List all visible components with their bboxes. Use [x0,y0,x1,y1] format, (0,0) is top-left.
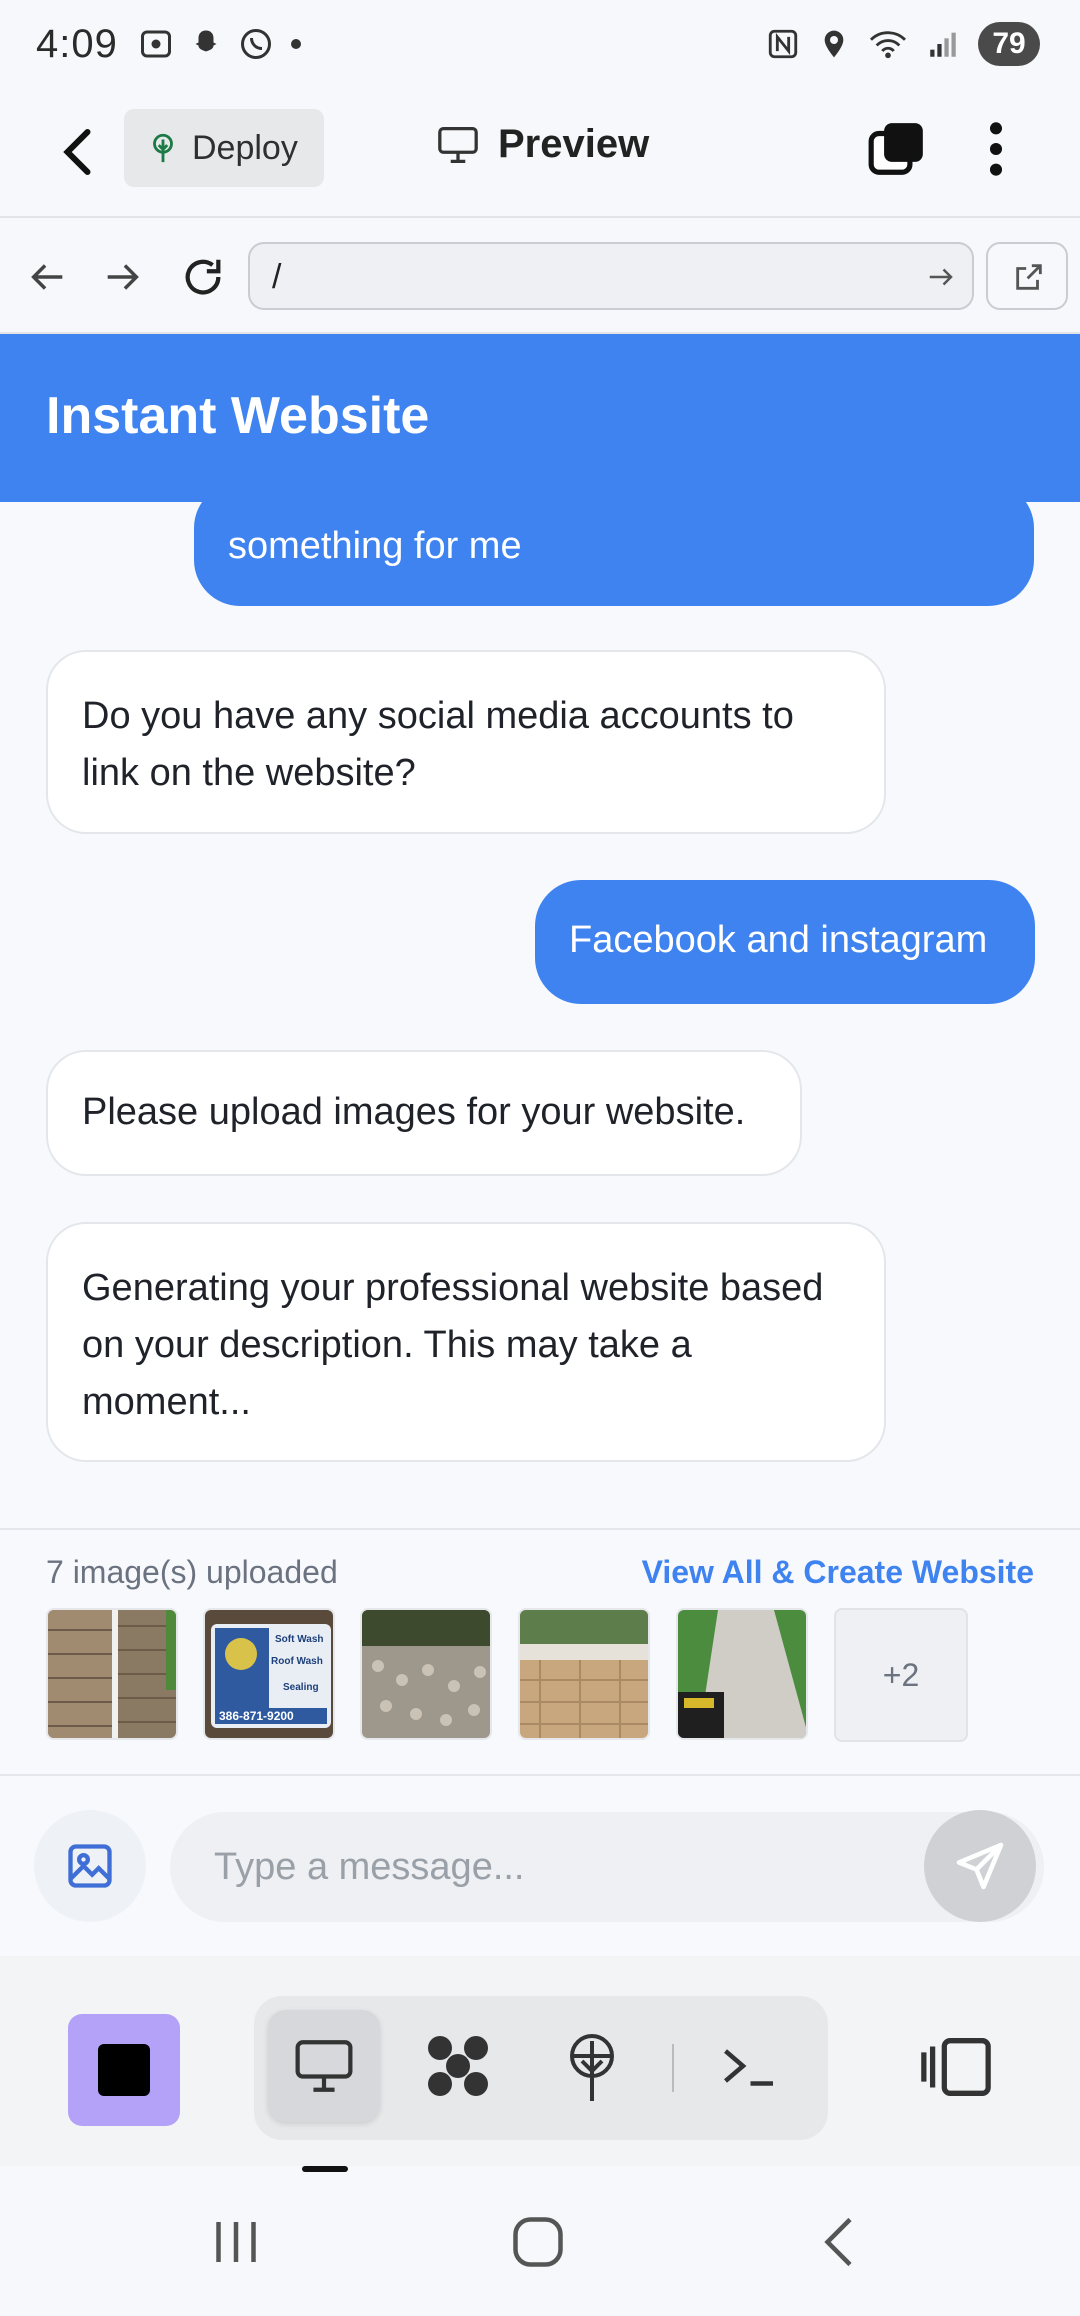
deploy-button[interactable]: Deploy [124,109,324,187]
image-patio-pavers [362,1610,490,1738]
side-panel-toggle-icon[interactable] [918,2034,994,2100]
go-arrow-icon[interactable] [926,262,956,292]
view-all-create-website-link[interactable]: View All & Create Website [642,1554,1034,1591]
stop-button[interactable] [68,2014,180,2126]
status-time: 4:09 [36,22,118,66]
deploy-label: Deploy [192,128,298,167]
reload-icon[interactable] [180,254,226,300]
home-icon[interactable] [508,2212,568,2272]
url-text: / [272,258,282,296]
terminal-icon [724,2049,773,2086]
whatsapp-icon [241,29,271,59]
message-text: something for me [228,525,522,567]
back-arrow-icon[interactable] [50,122,110,182]
uploaded-image-thumbnail[interactable] [360,1608,492,1740]
site-header: Instant Website [0,334,1080,502]
screenshot-icon [141,30,171,58]
uploaded-image-thumbnail[interactable] [518,1608,650,1740]
chat-message-bot: Please upload images for your website. [46,1050,802,1176]
snapchat-icon [195,30,217,52]
signal-icon [930,32,956,57]
deploy-tree-icon [570,2034,614,2101]
external-link-icon [1016,264,1042,290]
sign-text-sealing: Sealing [283,1682,319,1693]
attach-image-button[interactable] [34,1810,146,1922]
message-input[interactable] [170,1812,1044,1922]
bottom-toolbar [0,1956,1080,2166]
tool-deploy[interactable] [536,2010,648,2122]
sign-text-soft-wash: Soft Wash [275,1634,324,1645]
battery-indicator: 79 [978,22,1040,66]
wifi-icon [870,31,906,59]
url-bar[interactable]: / [248,242,974,310]
more-options-icon[interactable] [976,118,1016,180]
more-images-tile[interactable]: +2 [834,1608,968,1742]
image-pool-deck [520,1610,648,1738]
image-business-sign: Soft Wash Roof Wash Sealing 386-871-9200 [205,1610,333,1738]
chat-message-user: something for me [194,502,1034,606]
send-button[interactable] [924,1810,1036,1922]
grid-blob-icon [428,2036,488,2096]
monitor-icon [438,126,478,163]
sign-text-roof-wash: Roof Wash [271,1656,323,1667]
site-title: Instant Website [46,387,430,445]
uploaded-image-thumbnail[interactable]: Soft Wash Roof Wash Sealing 386-871-9200 [203,1608,335,1740]
deploy-tree-icon [153,133,173,163]
active-tab-indicator [302,2166,348,2172]
tool-terminal[interactable] [692,2010,804,2122]
uploads-panel: 7 image(s) uploaded View All & Create We… [0,1528,1080,1776]
stop-icon [98,2044,150,2096]
chat-message-bot: Do you have any social media accounts to… [46,650,886,834]
status-bar: 4:09 79 [0,0,1080,92]
recent-apps-icon[interactable] [206,2212,266,2272]
chat-area[interactable]: something for me Do you have any social … [0,502,1080,1528]
sign-text-phone: 386-871-9200 [219,1709,294,1723]
browser-bar: / [0,220,1080,334]
tool-preview[interactable] [268,2010,380,2122]
message-text: Facebook and instagram [569,919,988,961]
uploaded-image-thumbnail[interactable] [46,1608,178,1740]
chat-message-user: Facebook and instagram [535,880,1035,1004]
more-images-count: +2 [882,1656,920,1693]
browser-forward-icon[interactable] [100,254,146,300]
system-back-icon[interactable] [810,2212,870,2272]
open-external-button[interactable] [986,242,1068,310]
message-text: Do you have any social media accounts to… [82,695,794,794]
windows-switch-icon[interactable] [866,118,928,180]
message-text: Please upload images for your website. [82,1091,746,1133]
send-icon [956,1842,1004,1890]
image-driveway-washer [678,1610,806,1738]
uploaded-image-thumbnail[interactable] [676,1608,808,1740]
location-icon [824,30,844,58]
nfc-icon [768,29,798,59]
tool-group [254,1996,828,2140]
image-icon [68,1844,112,1888]
chat-message-bot: Generating your professional website bas… [46,1222,886,1462]
uploads-count: 7 image(s) uploaded [46,1554,338,1590]
tool-workspace[interactable] [402,2010,514,2122]
message-text: Generating your professional website bas… [82,1267,824,1423]
preview-title: Preview [436,122,649,167]
toolbar-divider [672,2044,674,2092]
monitor-icon [295,2040,353,2092]
notification-dot-icon [291,39,301,49]
system-navigation-bar [0,2176,1080,2316]
preview-label: Preview [498,122,650,166]
composer [0,1776,1080,1956]
image-pavers-walkway [48,1610,176,1738]
browser-back-icon[interactable] [24,254,70,300]
app-bar: Deploy Preview [0,92,1080,218]
